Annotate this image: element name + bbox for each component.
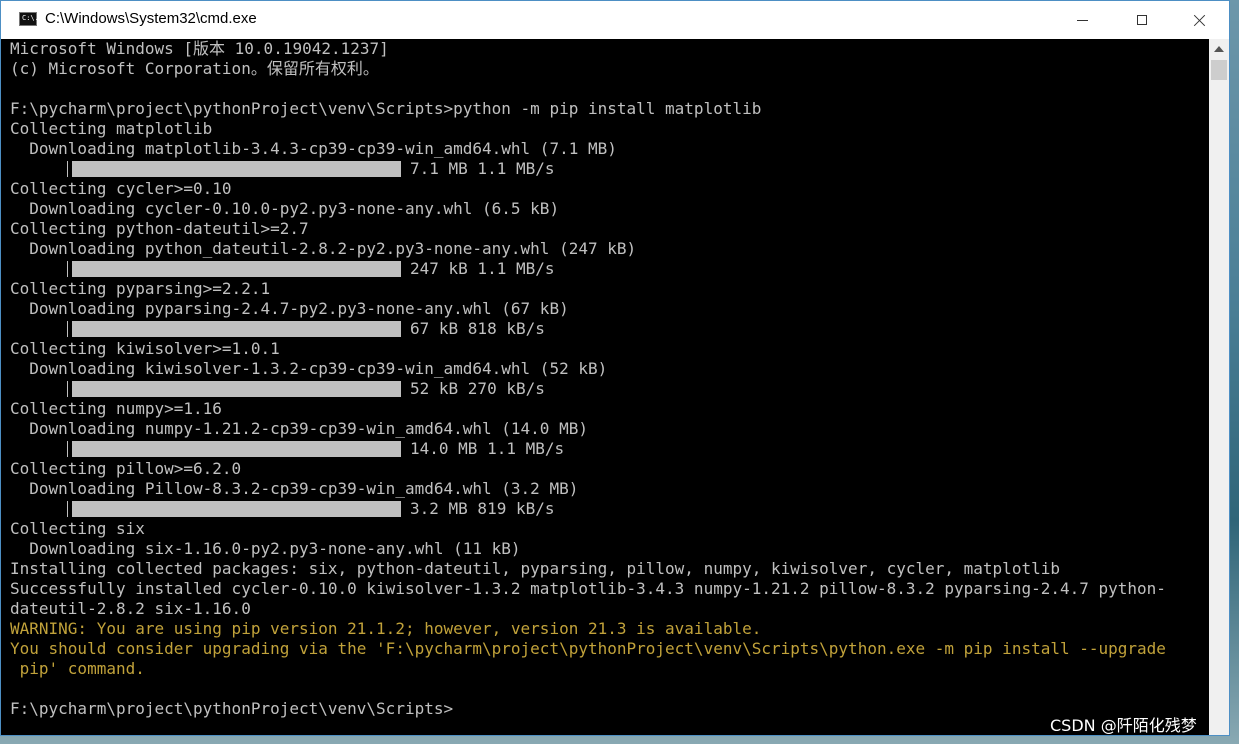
close-button[interactable] [1177, 1, 1223, 39]
console-line: Downloading cycler-0.10.0-py2.py3-none-a… [10, 199, 560, 218]
arrow-up-icon [1214, 46, 1224, 52]
warning-line: You should consider upgrading via the 'F… [10, 639, 1166, 658]
cmd-app-icon[interactable]: C:\. [19, 12, 39, 26]
progress-bar [72, 381, 401, 397]
progress-line: 247 kB 1.1 MB/s [10, 259, 1209, 279]
console-line: Collecting kiwisolver>=1.0.1 [10, 339, 280, 358]
minimize-button[interactable] [1059, 1, 1105, 39]
cmd-window[interactable]: C:\. C:\Windows\System32\cmd.exe Microso… [0, 0, 1230, 736]
warning-line: pip' command. [10, 659, 145, 678]
console-line: Collecting pyparsing>=2.2.1 [10, 279, 271, 298]
progress-line: 14.0 MB 1.1 MB/s [10, 439, 1209, 459]
scroll-thumb[interactable] [1211, 60, 1227, 80]
console-line: Downloading matplotlib-3.4.3-cp39-cp39-w… [10, 139, 617, 158]
progress-bar-edge [67, 381, 68, 397]
progress-bar [72, 261, 401, 277]
progress-text: 3.2 MB 819 kB/s [410, 499, 555, 518]
maximize-button[interactable] [1119, 1, 1165, 39]
console-line: Downloading numpy-1.21.2-cp39-cp39-win_a… [10, 419, 588, 438]
console-line: Collecting matplotlib [10, 119, 213, 138]
window-title: C:\Windows\System32\cmd.exe [45, 10, 257, 27]
console-line: Downloading python_dateutil-2.8.2-py2.py… [10, 239, 637, 258]
console-line: Microsoft Windows [版本 10.0.19042.1237] [10, 39, 389, 58]
app-icon-text: C:\. [22, 14, 39, 22]
console-line: (c) Microsoft Corporation。保留所有权利。 [10, 59, 379, 78]
maximize-icon [1137, 15, 1147, 25]
progress-bar-edge [67, 501, 68, 517]
console-line: dateutil-2.8.2 six-1.16.0 [10, 599, 251, 618]
progress-text: 247 kB 1.1 MB/s [410, 259, 555, 278]
progress-text: 14.0 MB 1.1 MB/s [410, 439, 565, 458]
progress-text: 52 kB 270 kB/s [410, 379, 545, 398]
console-line: Downloading Pillow-8.3.2-cp39-cp39-win_a… [10, 479, 579, 498]
console-line: Downloading pyparsing-2.4.7-py2.py3-none… [10, 299, 569, 318]
console-line: F:\pycharm\project\pythonProject\venv\Sc… [10, 99, 762, 118]
console-line: Collecting python-dateutil>=2.7 [10, 219, 309, 238]
progress-line: 3.2 MB 819 kB/s [10, 499, 1209, 519]
scroll-up-button[interactable] [1209, 39, 1229, 59]
progress-bar [72, 161, 401, 177]
progress-text: 7.1 MB 1.1 MB/s [410, 159, 555, 178]
console-output[interactable]: Microsoft Windows [版本 10.0.19042.1237] (c… [1, 39, 1209, 735]
title-bar[interactable]: C:\. C:\Windows\System32\cmd.exe [1, 1, 1229, 39]
warning-line: WARNING: You are using pip version 21.1.… [10, 619, 762, 638]
progress-bar [72, 321, 401, 337]
minimize-icon [1076, 19, 1088, 21]
console-line: Downloading kiwisolver-1.3.2-cp39-cp39-w… [10, 359, 608, 378]
close-icon [1194, 14, 1206, 26]
console-line: Collecting cycler>=0.10 [10, 179, 232, 198]
console-line: Collecting six [10, 519, 145, 538]
progress-bar [72, 441, 401, 457]
progress-bar-edge [67, 321, 68, 337]
progress-bar-edge [67, 261, 68, 277]
console-line: F:\pycharm\project\pythonProject\venv\Sc… [10, 699, 454, 718]
console-line: Collecting numpy>=1.16 [10, 399, 222, 418]
console-line: Collecting pillow>=6.2.0 [10, 459, 242, 478]
vertical-scrollbar[interactable] [1209, 39, 1229, 735]
watermark: CSDN @阡陌化残梦 [1050, 716, 1197, 735]
progress-text: 67 kB 818 kB/s [410, 319, 545, 338]
console-lines: Microsoft Windows [版本 10.0.19042.1237] (c… [1, 39, 1209, 719]
progress-line: 7.1 MB 1.1 MB/s [10, 159, 1209, 179]
console-line: Downloading six-1.16.0-py2.py3-none-any.… [10, 539, 521, 558]
progress-bar-edge [67, 441, 68, 457]
console-line: Successfully installed cycler-0.10.0 kiw… [10, 579, 1166, 598]
progress-bar [72, 501, 401, 517]
console-line: Installing collected packages: six, pyth… [10, 559, 1060, 578]
progress-line: 52 kB 270 kB/s [10, 379, 1209, 399]
progress-line: 67 kB 818 kB/s [10, 319, 1209, 339]
progress-bar-edge [67, 161, 68, 177]
